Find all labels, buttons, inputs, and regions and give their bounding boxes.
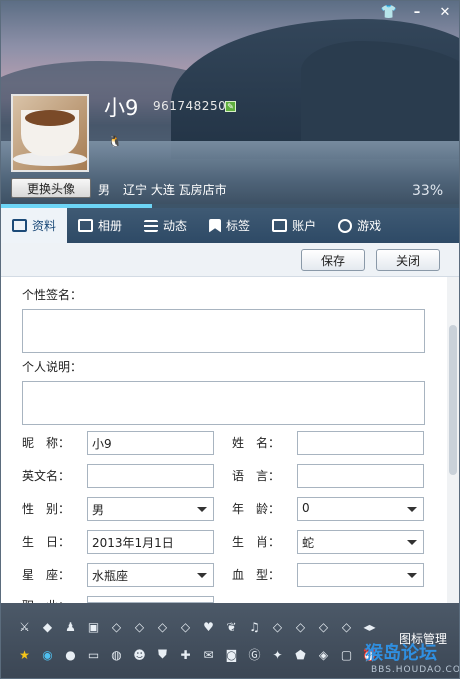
diamond-icon[interactable]: ◇ xyxy=(176,617,195,636)
qzone-icon[interactable]: ◉ xyxy=(38,645,57,664)
frame-icon[interactable]: ▢ xyxy=(337,645,356,664)
diamond-icon[interactable]: ◇ xyxy=(337,617,356,636)
skin-icon[interactable]: 👕 xyxy=(375,1,403,23)
close-button[interactable]: 关闭 xyxy=(376,249,440,271)
language-label: 语 言： xyxy=(232,469,281,483)
icon-row-bottom: ★ ◉ ● ▭ ◍ ☻ ⛊ ✚ ✉ ◙ Ⓖ ✦ ⬟ ◈ ▢ ⏰ xyxy=(15,645,379,664)
bookmark-icon xyxy=(209,218,222,233)
site-watermark: 猴岛论坛 xyxy=(365,643,437,664)
circle-g-icon[interactable]: Ⓖ xyxy=(245,645,264,664)
puzzle-icon[interactable]: ✚ xyxy=(176,645,195,664)
constellation-select[interactable]: 水瓶座 xyxy=(87,563,214,587)
description-label: 个人说明： xyxy=(22,360,83,374)
tab-album[interactable]: 相册 xyxy=(67,208,133,243)
qq-number: 961748250 xyxy=(153,99,227,113)
gender-select[interactable]: 男 xyxy=(87,497,214,521)
diamond-icon[interactable]: ◇ xyxy=(291,617,310,636)
change-avatar-button[interactable]: 更换头像 xyxy=(11,178,91,198)
camera-icon[interactable]: ◙ xyxy=(222,645,241,664)
signature-input[interactable] xyxy=(22,309,425,353)
signature-label: 个性签名： xyxy=(22,288,83,302)
minimize-icon[interactable]: – xyxy=(403,1,431,23)
profile-nickname: 小9 xyxy=(104,96,139,120)
sword-icon[interactable]: ⚔ xyxy=(15,617,34,636)
guitar-icon[interactable]: ♫ xyxy=(245,617,264,636)
robot-icon[interactable]: ▣ xyxy=(84,617,103,636)
blood-type-label: 血 型： xyxy=(232,568,281,582)
cube-icon[interactable]: ◈ xyxy=(314,645,333,664)
profile-tabs: 资料 相册 动态 标签 账户 游戏 xyxy=(1,208,459,243)
profile-form-panel: 保存 关闭 个性签名： 个人说明： 昵 称： 小9 姓 名： 英文名： 语 言：… xyxy=(1,243,459,603)
diamond-icon[interactable]: ◇ xyxy=(107,617,126,636)
profile-window: 👕 – ✕ 更换头像 小9 961748250 ✎ 🐧 男 辽宁 大连 瓦房店市… xyxy=(0,0,460,679)
english-name-label: 英文名： xyxy=(22,469,71,483)
icon-row-top: ⚔ ◆ ♟ ▣ ◇ ◇ ◇ ◇ ♥ ❦ ♫ ◇ ◇ ◇ ◇ ◂▸ xyxy=(15,617,379,636)
satellite-icon[interactable]: ✦ xyxy=(268,645,287,664)
app-icon[interactable]: ▭ xyxy=(84,645,103,664)
constellation-label: 星 座： xyxy=(22,568,71,582)
age-select[interactable]: 0 xyxy=(297,497,424,521)
profile-completeness: 33% xyxy=(412,183,444,199)
background-mountain xyxy=(301,41,459,141)
birthday-field[interactable]: 2013年1月1日 xyxy=(87,530,214,554)
tab-games[interactable]: 游戏 xyxy=(327,208,392,243)
save-button[interactable]: 保存 xyxy=(301,249,365,271)
nickname-field[interactable]: 小9 xyxy=(87,431,214,455)
heart-diamond-icon[interactable]: ♥ xyxy=(199,617,218,636)
robot-face-icon[interactable]: ☻ xyxy=(130,645,149,664)
avatar[interactable] xyxy=(11,94,89,172)
diamond-icon[interactable]: ◇ xyxy=(268,617,287,636)
english-name-field[interactable] xyxy=(87,464,214,488)
zodiac-label: 生 肖： xyxy=(232,535,281,549)
name-label: 姓 名： xyxy=(232,436,281,450)
description-input[interactable] xyxy=(22,381,425,425)
tab-account[interactable]: 账户 xyxy=(261,208,327,243)
nickname-label: 昵 称： xyxy=(22,436,71,450)
feed-icon xyxy=(144,219,159,232)
form-toolbar: 保存 关闭 xyxy=(1,243,459,277)
profile-card-icon xyxy=(12,219,27,232)
language-field[interactable] xyxy=(297,464,424,488)
zodiac-select[interactable]: 蛇 xyxy=(297,530,424,554)
qq-penguin-icon: 🐧 xyxy=(108,135,122,148)
tab-feed[interactable]: 动态 xyxy=(133,208,198,243)
profile-location: 辽宁 大连 瓦房店市 xyxy=(123,183,227,197)
shield-icon[interactable]: ⛊ xyxy=(153,645,172,664)
gender-label: 性 别： xyxy=(22,502,71,516)
profile-gender: 男 xyxy=(98,183,111,197)
age-label: 年 龄： xyxy=(232,502,281,516)
blood-type-select[interactable] xyxy=(297,563,424,587)
tab-tags[interactable]: 标签 xyxy=(198,208,261,243)
window-controls: 👕 – ✕ xyxy=(375,1,459,23)
figure-icon[interactable]: ♟ xyxy=(61,617,80,636)
diamond-icon[interactable]: ◇ xyxy=(130,617,149,636)
diamond-icon[interactable]: ◆ xyxy=(38,617,57,636)
album-icon xyxy=(78,219,94,232)
scroll-arrows-icon[interactable]: ◂▸ xyxy=(360,617,379,636)
site-watermark-url: BBS.HOUDAO.COM xyxy=(371,665,460,675)
birthday-label: 生 日： xyxy=(22,535,71,549)
occupation-field[interactable] xyxy=(87,596,214,603)
name-field[interactable] xyxy=(297,431,424,455)
chat-bubble-icon[interactable]: ● xyxy=(61,645,80,664)
game-icon xyxy=(338,218,353,233)
scrollbar-thumb[interactable] xyxy=(449,325,457,475)
edit-icon[interactable]: ✎ xyxy=(225,101,236,112)
leaf-icon[interactable]: ❦ xyxy=(222,617,241,636)
form-scrollbar[interactable] xyxy=(447,277,459,603)
briefcase-icon xyxy=(272,219,288,232)
qt-icon[interactable]: ◍ xyxy=(107,645,126,664)
star-icon[interactable]: ★ xyxy=(15,645,34,664)
close-icon[interactable]: ✕ xyxy=(431,1,459,23)
diamond-icon[interactable]: ◇ xyxy=(153,617,172,636)
mail-icon[interactable]: ✉ xyxy=(199,645,218,664)
badge-icon[interactable]: ⬟ xyxy=(291,645,310,664)
diamond-icon[interactable]: ◇ xyxy=(314,617,333,636)
tab-profile[interactable]: 资料 xyxy=(1,208,68,243)
